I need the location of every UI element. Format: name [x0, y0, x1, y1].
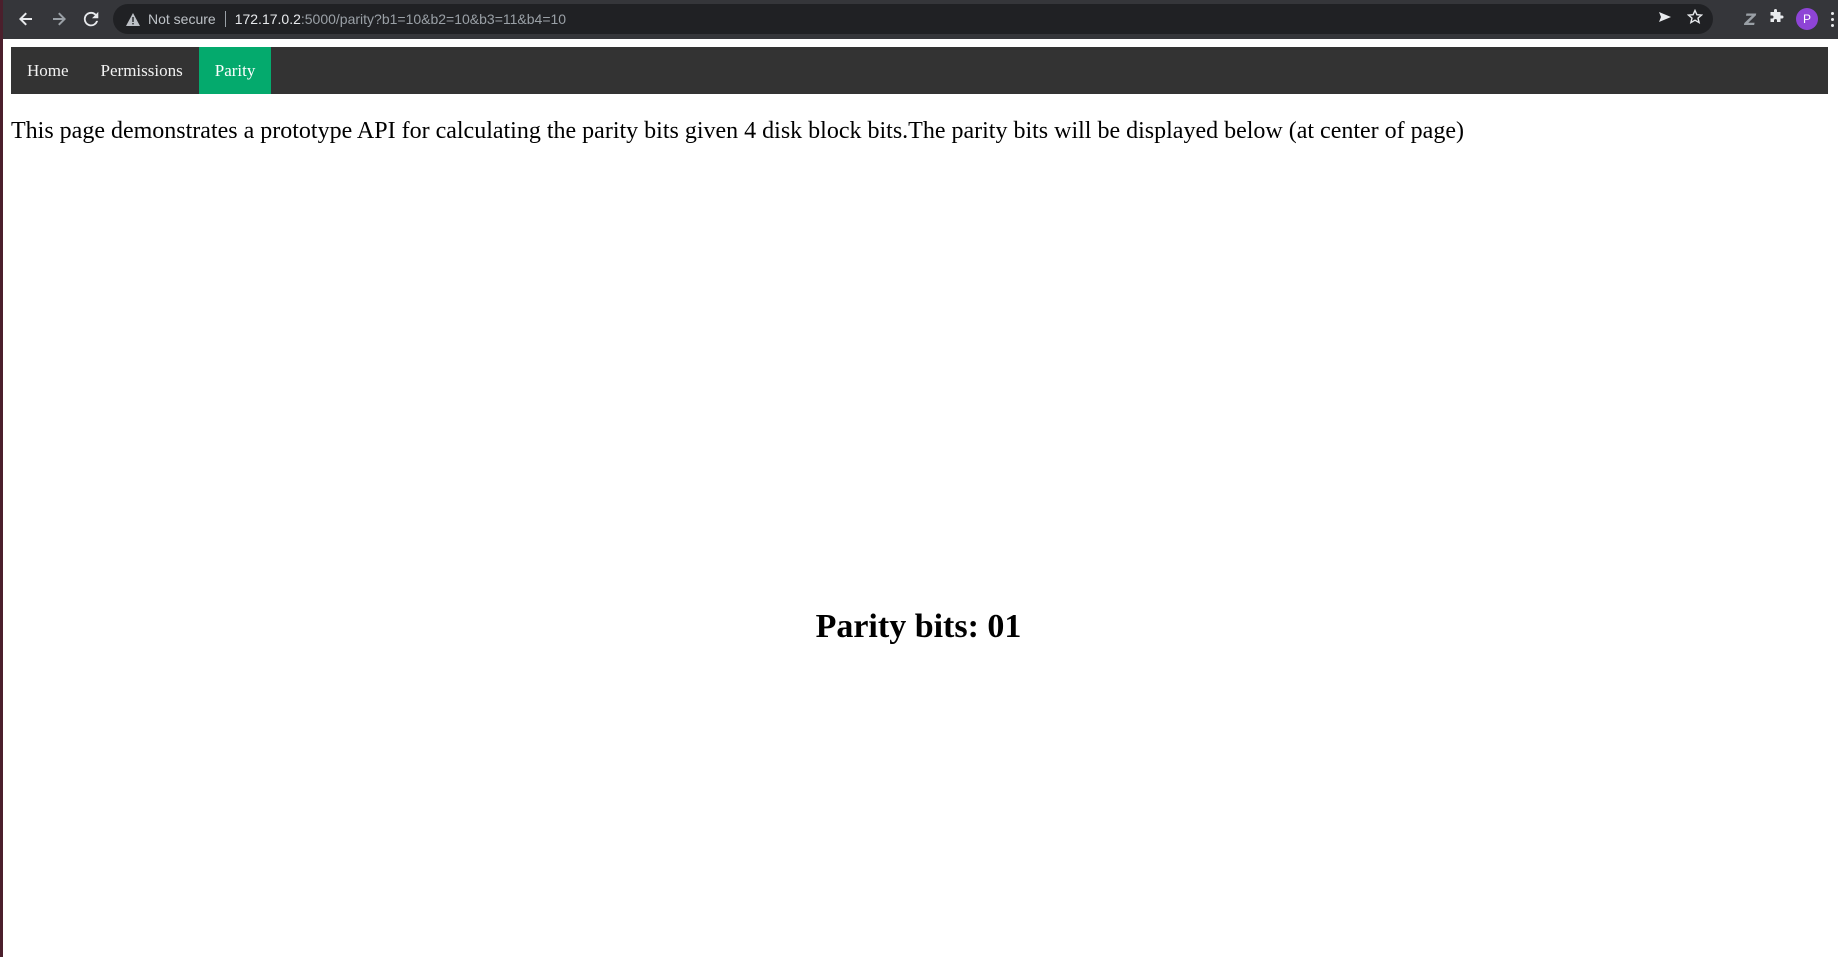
- puzzle-icon[interactable]: [1768, 8, 1784, 30]
- back-icon[interactable]: [15, 8, 37, 30]
- intro-text: This page demonstrates a prototype API f…: [11, 118, 1464, 144]
- browser-toolbar: Not secure 172.17.0.2:5000/parity?b1=10&…: [3, 0, 1838, 39]
- bookmark-star-icon[interactable]: [1686, 8, 1704, 30]
- forward-icon[interactable]: [48, 8, 70, 30]
- parity-result: Parity bits: 01: [3, 607, 1836, 647]
- omnibox-divider: [224, 11, 226, 27]
- more-menu-icon[interactable]: [1830, 11, 1834, 27]
- top-navigation: Home Permissions Parity: [11, 47, 1828, 94]
- extension-z-icon[interactable]: Z: [1744, 10, 1756, 29]
- warning-icon: [125, 11, 141, 27]
- browser-window: Not secure 172.17.0.2:5000/parity?b1=10&…: [0, 0, 1838, 957]
- browser-extensions: Z P: [1744, 8, 1838, 30]
- parity-label: Parity bits:: [815, 608, 979, 645]
- parity-value: 01: [987, 608, 1022, 645]
- security-label[interactable]: Not secure: [148, 11, 216, 27]
- url-path: :5000/parity?b1=10&b2=10&b3=11&b4=10: [300, 11, 567, 27]
- reload-icon[interactable]: [80, 8, 102, 30]
- nav-home[interactable]: Home: [11, 47, 85, 94]
- profile-avatar[interactable]: P: [1796, 8, 1818, 30]
- nav-permissions[interactable]: Permissions: [85, 47, 199, 94]
- url-text[interactable]: 172.17.0.2:5000/parity?b1=10&b2=10&b3=11…: [235, 11, 566, 27]
- url-host: 172.17.0.2: [234, 11, 301, 27]
- address-bar[interactable]: Not secure 172.17.0.2:5000/parity?b1=10&…: [113, 4, 1713, 34]
- omnibox-actions: [1657, 8, 1704, 30]
- send-icon[interactable]: [1657, 9, 1673, 30]
- nav-parity[interactable]: Parity: [198, 47, 272, 94]
- web-page: Home Permissions Parity This page demons…: [3, 39, 1838, 957]
